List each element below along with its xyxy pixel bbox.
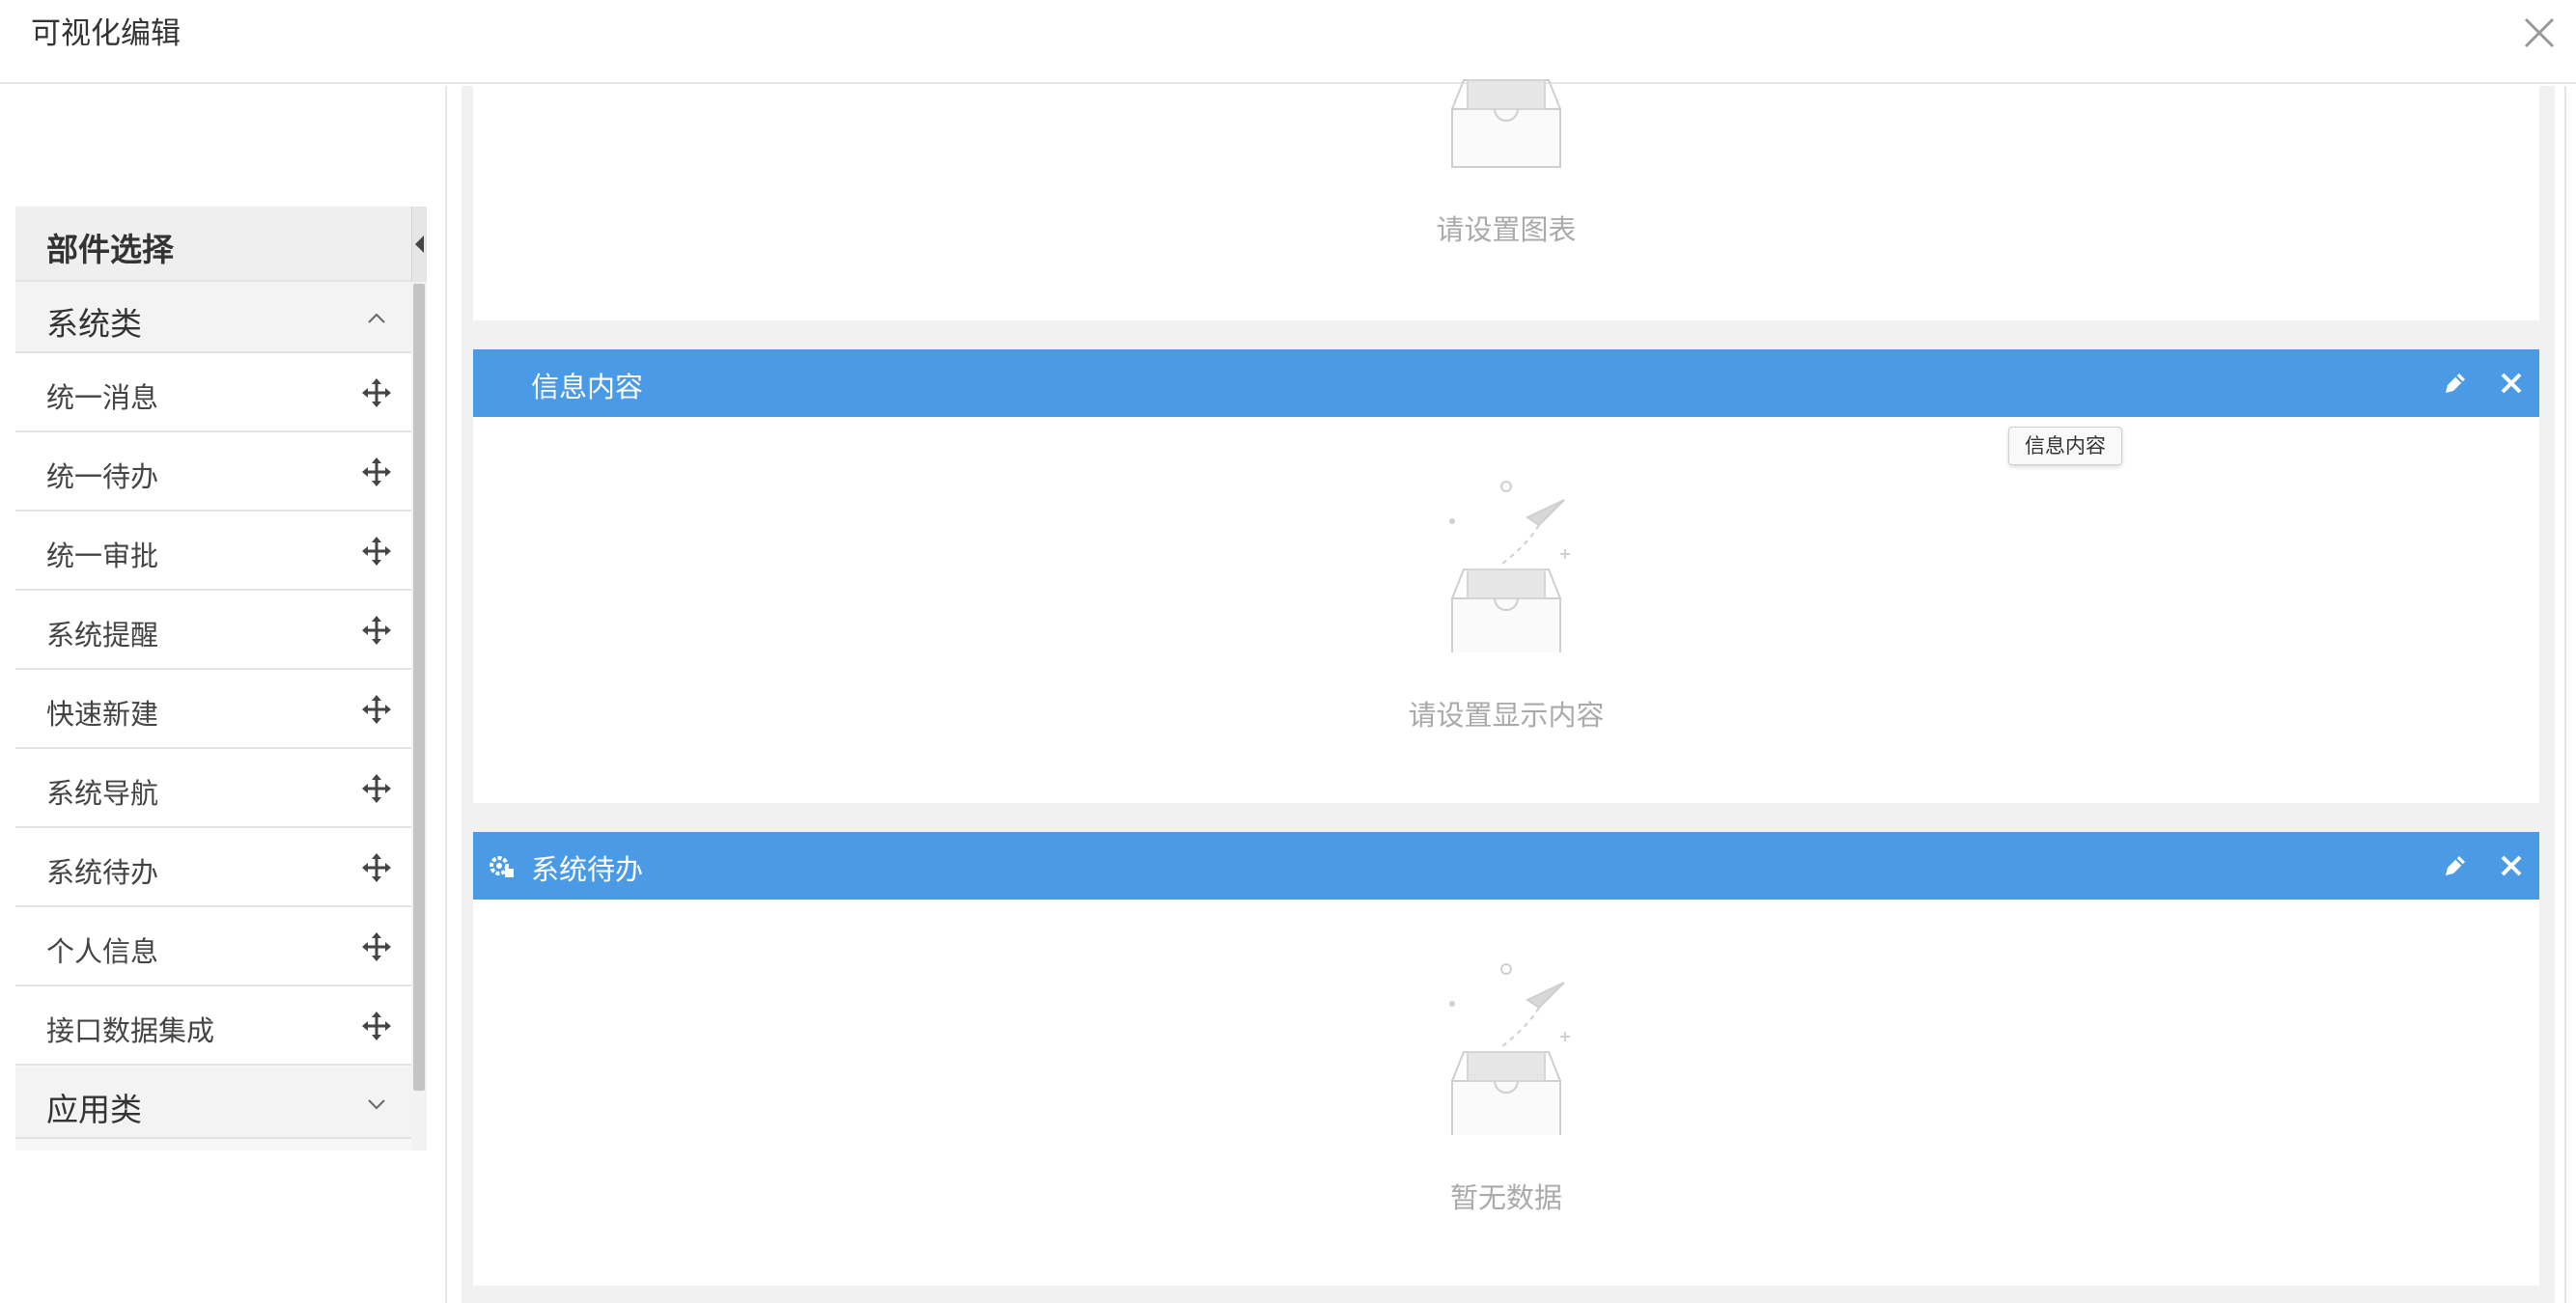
item-label: 快速新建 [46,698,159,731]
group-header-system[interactable]: 系统类 [15,282,411,353]
widget-card-chart: 请设置图表 [473,79,2539,320]
edit-icon[interactable] [2441,369,2470,398]
empty-text: 请设置图表 [1436,213,1577,246]
move-icon[interactable] [361,694,392,725]
list-item[interactable]: 个人信息 [15,907,411,986]
dialog-title: 可视化编辑 [31,16,181,51]
canvas-area: 请设置图表 信息内容 请设置显示内容 系统待办 暂无数据 [462,79,2555,1303]
delete-icon[interactable] [2499,371,2524,396]
chevron-up-icon [368,313,385,323]
empty-text: 暂无数据 [1449,1181,1562,1214]
empty-text: 请设置显示内容 [1408,699,1605,732]
empty-box-icon [1451,79,1561,168]
close-icon[interactable] [2520,14,2559,52]
widget-card-todo: 系统待办 暂无数据 [473,832,2539,1286]
item-label: 统一审批 [46,540,159,572]
edit-icon[interactable] [2441,851,2470,880]
list-item[interactable]: 快速新建 [15,670,411,749]
card-header: 信息内容 [473,349,2539,417]
move-icon[interactable] [361,931,392,962]
move-icon[interactable] [361,377,392,408]
panel-title: 部件选择 [46,231,174,268]
collapse-arrow-icon[interactable] [411,207,427,282]
move-icon[interactable] [361,536,392,567]
empty-box-icon [1449,481,1570,652]
list-item[interactable]: 统一待办 [15,432,411,512]
item-label: 统一消息 [46,381,159,414]
scrollbar-thumb[interactable] [413,284,425,1091]
chevron-down-icon [368,1099,385,1110]
move-icon[interactable] [361,1011,392,1041]
group-label: 应用类 [46,1091,142,1128]
item-label: 系统待办 [46,856,159,889]
sidebar-divider [445,86,447,1303]
delete-icon[interactable] [2499,853,2524,878]
tooltip: 信息内容 [2008,427,2122,465]
list-item[interactable]: 系统待办 [15,828,411,907]
dialog-header: 可视化编辑 [0,0,2576,84]
item-label: 系统提醒 [46,619,159,652]
right-divider [2564,86,2566,1303]
move-icon[interactable] [361,457,392,487]
list-item[interactable]: 统一消息 [15,353,411,432]
item-label: 个人信息 [46,935,159,968]
gear-icon [490,856,514,877]
card-title: 系统待办 [531,853,644,886]
group-label: 系统类 [46,305,142,343]
panel-header: 部件选择 [15,207,427,282]
list-item[interactable]: 系统提醒 [15,591,411,670]
card-title: 信息内容 [531,371,644,403]
item-label: 统一待办 [46,460,159,493]
group-header-app[interactable]: 应用类 [15,1067,411,1139]
move-icon[interactable] [361,773,392,804]
move-icon[interactable] [361,615,392,646]
list-item[interactable]: 统一审批 [15,512,411,591]
item-label: 接口数据集成 [46,1014,215,1047]
list-item[interactable]: 系统导航 [15,749,411,828]
widget-card-info: 信息内容 请设置显示内容 [473,349,2539,803]
list-item[interactable]: 接口数据集成 [15,986,411,1066]
card-header: 系统待办 [473,832,2539,900]
widget-panel: 部件选择 系统类 统一消息统一待办统一审批系统提醒快速新建系统导航系统待办个人信… [15,207,427,1151]
move-icon[interactable] [361,852,392,883]
item-label: 系统导航 [46,777,159,810]
empty-box-icon [1449,963,1570,1135]
